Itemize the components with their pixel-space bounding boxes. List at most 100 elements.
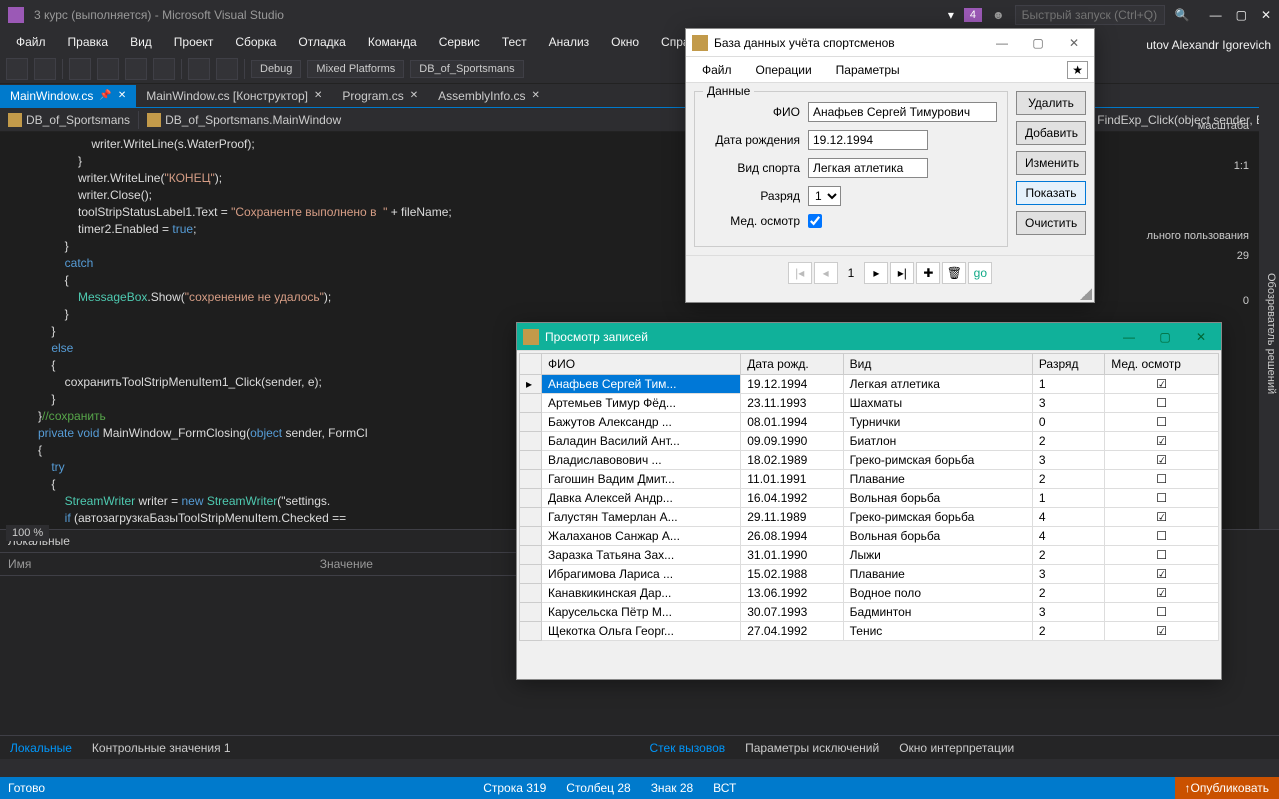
saveall-button[interactable] xyxy=(153,58,175,80)
db-close[interactable]: ✕ xyxy=(1060,36,1088,50)
db-star-icon[interactable]: ★ xyxy=(1067,61,1088,79)
rank-select[interactable]: 1 xyxy=(808,186,841,206)
grid-min[interactable]: — xyxy=(1115,330,1143,344)
table-row[interactable]: Баладин Василий Ант...09.09.1990Биатлон2… xyxy=(520,432,1219,451)
menu-Проект[interactable]: Проект xyxy=(164,32,224,52)
db-menu-file[interactable]: Файл xyxy=(692,61,742,79)
table-row[interactable]: Гагошин Вадим Дмит...11.01.1991Плавание2… xyxy=(520,470,1219,489)
table-row[interactable]: Ибрагимова Лариса ...15.02.1988Плавание3… xyxy=(520,565,1219,584)
db-btn-2[interactable]: Изменить xyxy=(1016,151,1086,175)
tab-watch[interactable]: Контрольные значения 1 xyxy=(82,738,241,758)
db-app-icon xyxy=(692,35,708,51)
locals-col-name[interactable]: Имя xyxy=(8,557,320,571)
grid-close[interactable]: ✕ xyxy=(1187,330,1215,344)
menu-Команда[interactable]: Команда xyxy=(358,32,427,52)
nav-go-icon[interactable]: go xyxy=(968,262,992,284)
tab-exceptions[interactable]: Параметры исключений xyxy=(735,738,889,758)
quick-launch-input[interactable] xyxy=(1015,5,1165,25)
table-row[interactable]: Щекотка Ольга Георг...27.04.1992Тенис2☑ xyxy=(520,622,1219,641)
table-row[interactable]: Давка Алексей Андр...16.04.1992Вольная б… xyxy=(520,489,1219,508)
grid-header[interactable]: ФИО xyxy=(542,354,741,375)
records-table[interactable]: ФИОДата рожд.ВидРазрядМед. осмотр ▸Анафь… xyxy=(519,353,1219,641)
dob-input[interactable] xyxy=(808,130,928,150)
menu-Вид[interactable]: Вид xyxy=(120,32,162,52)
nav-prev[interactable]: ◂ xyxy=(814,262,838,284)
nav-delete-icon[interactable]: 🗑 xyxy=(942,262,966,284)
menu-Отладка[interactable]: Отладка xyxy=(288,32,355,52)
table-row[interactable]: Жалаханов Санжар А...26.08.1994Вольная б… xyxy=(520,527,1219,546)
db-btn-3[interactable]: Показать xyxy=(1016,181,1086,205)
nav-fwd-button[interactable] xyxy=(34,58,56,80)
db-menu-ops[interactable]: Операции xyxy=(746,61,822,79)
grid-header[interactable]: Вид xyxy=(843,354,1032,375)
table-row[interactable]: Галустян Тамерлан А...29.11.1989Греко-ри… xyxy=(520,508,1219,527)
notification-badge[interactable]: 4 xyxy=(964,8,982,22)
nav-back-button[interactable] xyxy=(6,58,28,80)
menu-Анализ[interactable]: Анализ xyxy=(539,32,600,52)
grid-max[interactable]: ▢ xyxy=(1151,330,1179,344)
undo-button[interactable] xyxy=(188,58,210,80)
menu-Тест[interactable]: Тест xyxy=(492,32,537,52)
new-button[interactable] xyxy=(69,58,91,80)
db-btn-4[interactable]: Очистить xyxy=(1016,211,1086,235)
sport-input[interactable] xyxy=(808,158,928,178)
feedback-icon[interactable]: ☻ xyxy=(992,8,1005,22)
zoom-combo[interactable]: 100 % xyxy=(6,525,49,541)
table-row[interactable]: Заразка Татьяна Зах...31.01.1990Лыжи2☐ xyxy=(520,546,1219,565)
startup-combo[interactable]: DB_of_Sportsmans xyxy=(410,60,523,78)
table-row[interactable]: Владиславовович ...18.02.1989Греко-римск… xyxy=(520,451,1219,470)
tab-callstack[interactable]: Стек вызовов xyxy=(640,738,736,758)
table-row[interactable]: Артемьев Тимур Фёд...23.11.1993Шахматы3☐ xyxy=(520,394,1219,413)
save-button[interactable] xyxy=(125,58,147,80)
publish-button[interactable]: ↑ Опубликовать xyxy=(1175,777,1279,799)
db-max[interactable]: ▢ xyxy=(1024,36,1052,50)
nav-first[interactable]: |◂ xyxy=(788,262,812,284)
db-menu-params[interactable]: Параметры xyxy=(826,61,910,79)
status-ins: ВСТ xyxy=(713,781,736,795)
nav-next[interactable]: ▸ xyxy=(864,262,888,284)
db-btn-1[interactable]: Добавить xyxy=(1016,121,1086,145)
search-icon[interactable]: 🔍 xyxy=(1175,8,1190,22)
grid-header[interactable]: Разряд xyxy=(1032,354,1104,375)
db-min[interactable]: — xyxy=(988,36,1016,50)
table-row[interactable]: Канавкикинская Дар...13.06.1992Водное по… xyxy=(520,584,1219,603)
doc-tab[interactable]: MainWindow.cs 📌 ✕ xyxy=(0,85,136,107)
solution-explorer-tab[interactable]: Обозреватель решений xyxy=(1259,84,1279,584)
resize-grip[interactable] xyxy=(1080,288,1092,300)
menu-Окно[interactable]: Окно xyxy=(601,32,649,52)
platform-combo[interactable]: Mixed Platforms xyxy=(307,60,404,78)
tab-locals[interactable]: Локальные xyxy=(0,738,82,758)
grid-titlebar[interactable]: Просмотр записей — ▢ ✕ xyxy=(517,323,1221,351)
open-button[interactable] xyxy=(97,58,119,80)
tab-immediate[interactable]: Окно интерпретации xyxy=(889,738,1024,758)
fio-input[interactable] xyxy=(808,102,997,122)
db-window: База данных учёта спортсменов — ▢ ✕ Файл… xyxy=(685,28,1095,303)
doc-tab[interactable]: MainWindow.cs [Конструктор] ✕ xyxy=(136,85,332,107)
flag-icon[interactable]: ▾ xyxy=(948,8,954,22)
table-row[interactable]: ▸Анафьев Сергей Тим...19.12.1994Легкая а… xyxy=(520,375,1219,394)
db-btn-0[interactable]: Удалить xyxy=(1016,91,1086,115)
maximize-button[interactable]: ▢ xyxy=(1236,8,1247,22)
nav-page: 1 xyxy=(840,266,863,280)
menu-Сервис[interactable]: Сервис xyxy=(429,32,490,52)
config-combo[interactable]: Debug xyxy=(251,60,301,78)
redo-button[interactable] xyxy=(216,58,238,80)
nav-add-icon[interactable]: ✚ xyxy=(916,262,940,284)
doc-tab[interactable]: Program.cs ✕ xyxy=(332,85,428,107)
table-row[interactable]: Бажутов Александр ...08.01.1994Турнички0… xyxy=(520,413,1219,432)
user-label[interactable]: utov Alexandr Igorevich xyxy=(1146,38,1271,52)
nav-namespace[interactable]: DB_of_Sportsmans xyxy=(0,111,139,129)
doc-tab[interactable]: AssemblyInfo.cs ✕ xyxy=(428,85,550,107)
db-titlebar[interactable]: База данных учёта спортсменов — ▢ ✕ xyxy=(686,29,1094,57)
grid-header[interactable]: Мед. осмотр xyxy=(1105,354,1219,375)
table-row[interactable]: Карусельска Пётр М...30.07.1993Бадминтон… xyxy=(520,603,1219,622)
rp-scale: масштаба xyxy=(1099,120,1249,132)
menu-Файл[interactable]: Файл xyxy=(6,32,56,52)
med-checkbox[interactable] xyxy=(808,214,822,228)
minimize-button[interactable]: — xyxy=(1210,8,1222,22)
menu-Сборка[interactable]: Сборка xyxy=(225,32,286,52)
nav-last[interactable]: ▸| xyxy=(890,262,914,284)
grid-header[interactable]: Дата рожд. xyxy=(741,354,843,375)
close-button[interactable]: ✕ xyxy=(1261,8,1271,22)
menu-Правка[interactable]: Правка xyxy=(58,32,119,52)
